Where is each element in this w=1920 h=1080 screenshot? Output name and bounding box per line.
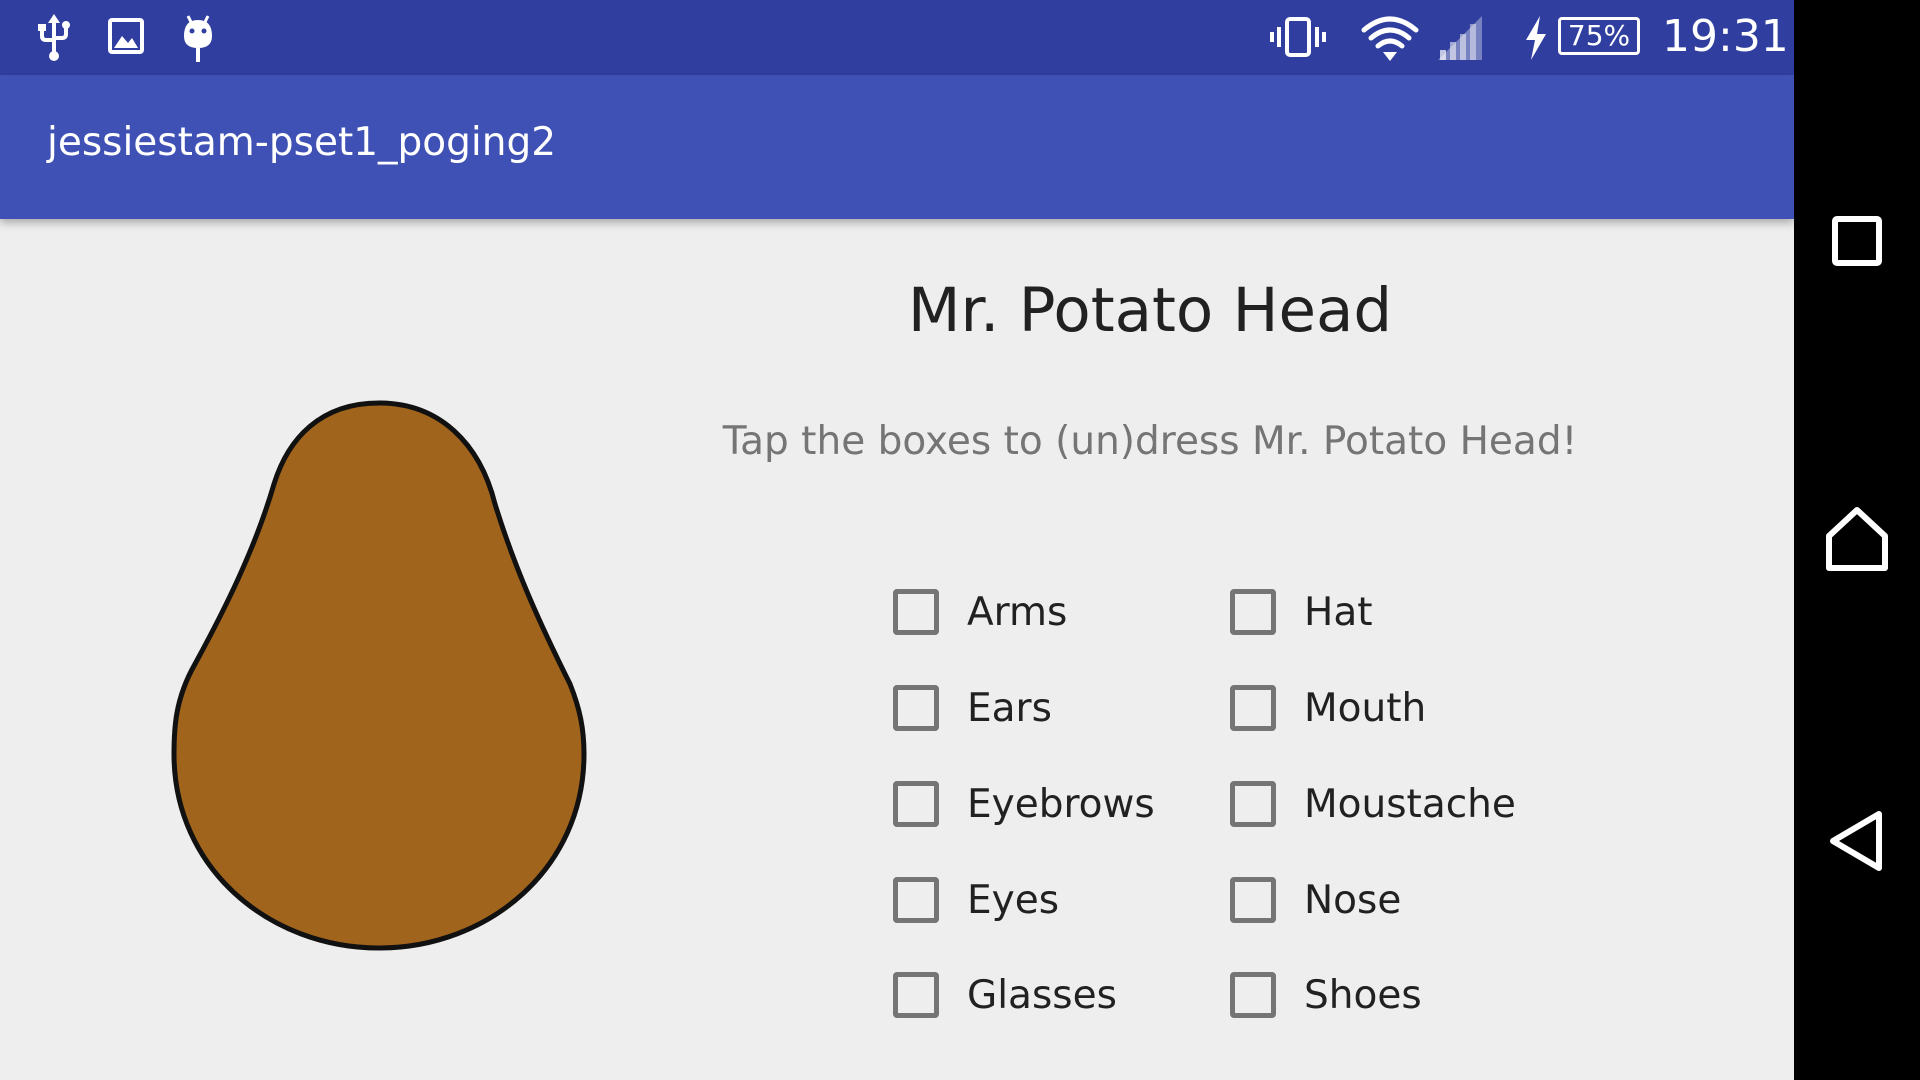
checkbox-label: Arms	[967, 589, 1068, 635]
checkbox-square[interactable]	[1230, 685, 1276, 731]
home-icon[interactable]	[1817, 500, 1897, 580]
checkbox-square[interactable]	[1230, 972, 1276, 1018]
checkbox-label: Hat	[1304, 589, 1373, 635]
checkbox-shoes[interactable]: Shoes	[1230, 964, 1422, 1026]
status-bar: 75% 19:31	[0, 0, 1794, 75]
checkbox-square[interactable]	[893, 972, 939, 1018]
clock: 19:31	[1662, 11, 1789, 62]
page-subtitle: Tap the boxes to (un)dress Mr. Potato He…	[722, 419, 1578, 464]
checkbox-nose[interactable]: Nose	[1230, 869, 1401, 931]
checkbox-label: Mouth	[1304, 685, 1427, 731]
page-title: Mr. Potato Head	[907, 275, 1393, 346]
vibrate-icon	[1270, 17, 1326, 57]
app-title: jessiestam-pset1_poging2	[47, 120, 557, 165]
checkbox-label: Eyes	[967, 877, 1060, 923]
checkbox-glasses[interactable]: Glasses	[893, 964, 1117, 1026]
usb-icon	[38, 14, 70, 61]
recents-icon[interactable]	[1817, 201, 1897, 281]
checkbox-eyebrows[interactable]: Eyebrows	[893, 773, 1155, 835]
app-toolbar: jessiestam-pset1_poging2	[0, 75, 1794, 219]
checkbox-square[interactable]	[1230, 589, 1276, 635]
checkbox-mouth[interactable]: Mouth	[1230, 677, 1426, 739]
potato-body-image	[171, 400, 587, 951]
checkbox-square[interactable]	[1230, 781, 1276, 827]
checkbox-square[interactable]	[893, 877, 939, 923]
checkbox-label: Glasses	[967, 972, 1117, 1018]
checkbox-hat[interactable]: Hat	[1230, 581, 1373, 643]
navigation-bar	[1794, 0, 1920, 1080]
checkbox-square[interactable]	[1230, 877, 1276, 923]
checkbox-eyes[interactable]: Eyes	[893, 869, 1059, 931]
checkbox-arms[interactable]: Arms	[893, 581, 1067, 643]
checkbox-square[interactable]	[893, 685, 939, 731]
back-icon[interactable]	[1817, 800, 1897, 880]
battery-indicator: 75%	[1558, 17, 1640, 55]
checkbox-square[interactable]	[893, 589, 939, 635]
checkbox-square[interactable]	[893, 781, 939, 827]
charging-icon	[1526, 16, 1546, 60]
checkbox-label: Shoes	[1304, 972, 1422, 1018]
checkbox-moustache[interactable]: Moustache	[1230, 773, 1516, 835]
image-icon	[108, 18, 144, 54]
android-debug-icon	[184, 15, 212, 62]
battery-level: 75%	[1567, 19, 1631, 52]
checkbox-label: Nose	[1304, 877, 1402, 923]
checkbox-label: Eyebrows	[967, 781, 1155, 827]
wifi-icon	[1361, 16, 1419, 61]
cell-signal-icon	[1438, 16, 1482, 60]
checkbox-label: Moustache	[1304, 781, 1516, 827]
checkbox-ears[interactable]: Ears	[893, 677, 1052, 739]
checkbox-label: Ears	[967, 685, 1052, 731]
main-content: Mr. Potato Head Tap the boxes to (un)dre…	[0, 219, 1794, 1080]
